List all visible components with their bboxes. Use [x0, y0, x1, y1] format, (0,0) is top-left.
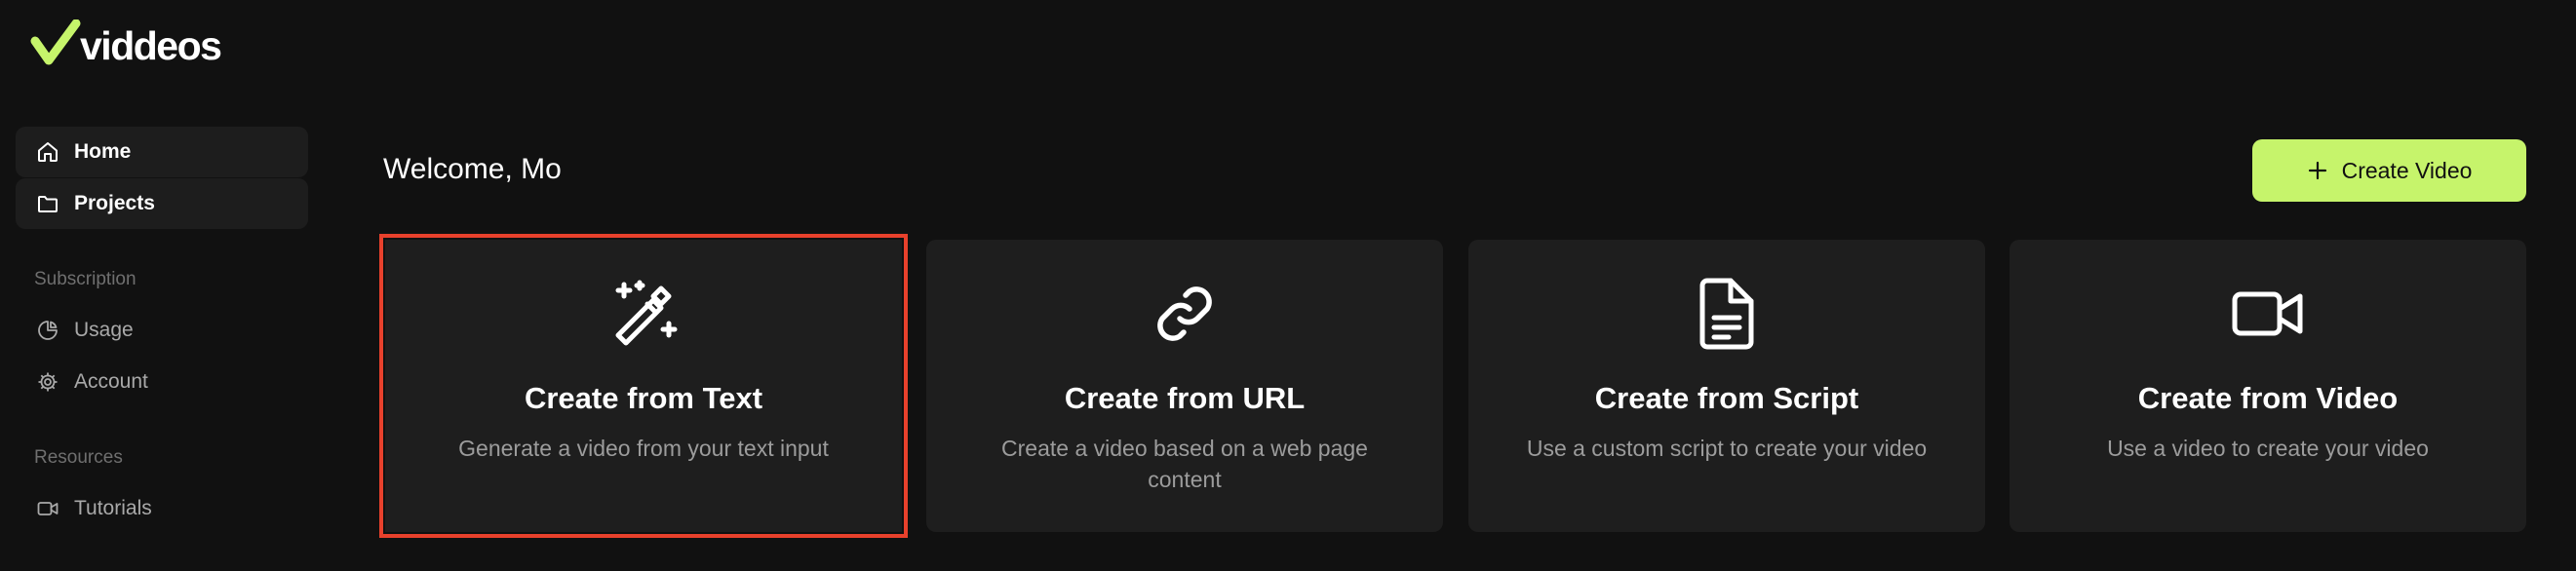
section-title-subscription: Subscription	[34, 269, 137, 289]
card-create-from-script[interactable]: Create from Script Use a custom script t…	[1468, 240, 1985, 532]
card-description: Create a video based on a web page conte…	[1001, 436, 1368, 492]
section-title-resources: Resources	[34, 447, 123, 468]
create-video-button[interactable]: Create Video	[2252, 139, 2526, 202]
sidebar-item-label: Home	[74, 140, 132, 163]
link-icon	[1146, 275, 1224, 353]
card-description: Use a video to create your video	[2107, 436, 2429, 461]
home-icon	[35, 139, 60, 165]
plus-icon	[2308, 161, 2326, 180]
pie-chart-icon	[35, 318, 60, 343]
sidebar-item-usage[interactable]: Usage	[16, 305, 308, 356]
card-title: Create from Video	[2137, 381, 2399, 415]
page-title: Welcome, Mo	[383, 153, 562, 185]
card-title: Create from Script	[1594, 381, 1859, 415]
card-title: Create from Text	[524, 381, 763, 415]
sidebar-item-label: Projects	[74, 192, 155, 214]
create-video-label: Create Video	[2341, 157, 2473, 183]
logo-check-icon	[30, 19, 81, 65]
card-description: Use a custom script to create your video	[1526, 436, 1928, 461]
brand-logo[interactable]: viddeos	[29, 19, 222, 72]
sidebar-item-label: Tutorials	[74, 497, 152, 519]
sidebar-item-tutorials[interactable]: Tutorials	[16, 483, 308, 534]
gear-icon	[35, 369, 60, 395]
brand-name: viddeos	[80, 23, 222, 68]
video-camera-icon	[2229, 275, 2307, 353]
folder-icon	[35, 191, 60, 216]
card-title: Create from URL	[1064, 381, 1306, 415]
card-description: Generate a video from your text input	[458, 436, 829, 461]
sidebar: viddeos Home Projects Subscription Usage…	[0, 0, 322, 571]
card-create-from-text[interactable]: Create from Text Generate a video from y…	[379, 234, 908, 538]
card-create-from-url[interactable]: Create from URL Create a video based on …	[926, 240, 1443, 532]
magic-wand-icon	[605, 275, 683, 353]
video-camera-icon	[35, 496, 60, 521]
sidebar-item-projects[interactable]: Projects	[16, 178, 308, 229]
document-icon	[1688, 275, 1766, 353]
sidebar-item-account[interactable]: Account	[16, 357, 308, 407]
sidebar-item-home[interactable]: Home	[16, 127, 308, 177]
sidebar-item-label: Usage	[74, 319, 134, 341]
sidebar-item-label: Account	[74, 370, 148, 393]
card-create-from-video[interactable]: Create from Video Use a video to create …	[2010, 240, 2526, 532]
app-root: viddeos Home Projects Subscription Usage…	[0, 0, 2576, 571]
